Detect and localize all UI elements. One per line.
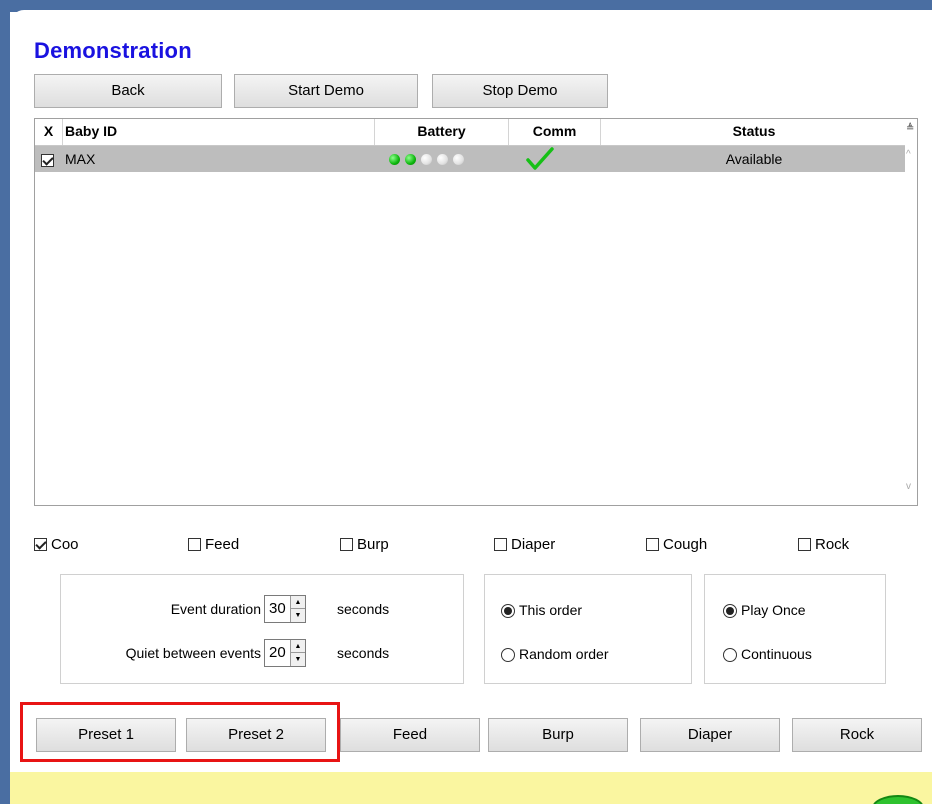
status-cell: Available [725, 151, 783, 167]
feed-checkbox[interactable]: Feed [188, 536, 239, 554]
feed-label: Feed [205, 536, 240, 553]
diaper-label: Diaper [511, 536, 556, 553]
this-order-radio-circle[interactable] [501, 604, 515, 618]
row-checkbox[interactable] [41, 153, 54, 167]
baby-id-cell: MAX [65, 151, 96, 167]
battery-dot-icon [389, 154, 400, 165]
event-duration-value[interactable]: 30 [269, 600, 286, 617]
rock-checkbox[interactable]: Rock [798, 536, 849, 554]
random-order-label: Random order [519, 646, 609, 662]
quiet-between-value[interactable]: 20 [269, 644, 286, 661]
coo-checkbox[interactable]: Coo [34, 536, 79, 554]
scroll-down-icon[interactable]: v [906, 481, 911, 492]
window-frame-left [0, 0, 10, 804]
rock-button[interactable]: Rock [792, 718, 922, 752]
continuous-radio-circle[interactable] [723, 648, 737, 662]
column-battery-header[interactable]: Battery [375, 119, 509, 145]
column-select-header[interactable]: X [35, 119, 63, 145]
event-duration-label: Event duration [170, 601, 261, 617]
start-demo-button[interactable]: Start Demo [234, 74, 418, 108]
battery-indicator [389, 146, 499, 172]
column-chooser-icon[interactable]: ≜ [906, 123, 914, 134]
table-row[interactable]: MAX Available [35, 146, 907, 172]
playback-group: Play Once Continuous [704, 574, 886, 684]
burp-label: Burp [357, 536, 389, 553]
continuous-radio[interactable]: Continuous [723, 645, 812, 663]
spin-up-icon[interactable]: ▲ [291, 596, 305, 609]
quiet-between-spin-buttons: ▲ ▼ [290, 640, 305, 666]
battery-dot-icon [453, 154, 464, 165]
diaper-check-box[interactable] [494, 538, 507, 551]
feed-check-box[interactable] [188, 538, 201, 551]
spin-down-icon[interactable]: ▼ [291, 653, 305, 666]
column-comm-header[interactable]: Comm [509, 119, 601, 145]
rock-label: Rock [815, 536, 850, 553]
play-once-radio-circle[interactable] [723, 604, 737, 618]
random-order-radio[interactable]: Random order [501, 645, 609, 663]
diaper-button[interactable]: Diaper [640, 718, 780, 752]
burp-check-box[interactable] [340, 538, 353, 551]
rock-check-box[interactable] [798, 538, 811, 551]
play-once-label: Play Once [741, 602, 806, 618]
green-checkmark-icon [525, 147, 555, 173]
cough-checkbox[interactable]: Cough [646, 536, 707, 554]
grid-scrollbar[interactable]: ≜ ^ v [905, 119, 917, 505]
cough-label: Cough [663, 536, 708, 553]
grid-header: X Baby ID Battery Comm Status [35, 119, 907, 146]
battery-dot-icon [405, 154, 416, 165]
random-order-radio-circle[interactable] [501, 648, 515, 662]
coo-check-box[interactable] [34, 538, 47, 551]
page-title: Demonstration [34, 38, 192, 63]
battery-dot-icon [421, 154, 432, 165]
burp-button[interactable]: Burp [488, 718, 628, 752]
event-duration-spin-buttons: ▲ ▼ [290, 596, 305, 622]
order-group: This order Random order [484, 574, 692, 684]
quiet-between-label: Quiet between events [125, 645, 261, 661]
quiet-between-stepper[interactable]: 20 ▲ ▼ [264, 639, 306, 667]
stop-demo-button[interactable]: Stop Demo [432, 74, 608, 108]
this-order-radio[interactable]: This order [501, 601, 582, 619]
preset-highlight-box [20, 702, 340, 762]
this-order-label: This order [519, 602, 583, 618]
play-once-radio[interactable]: Play Once [723, 601, 806, 619]
row-select-cell[interactable] [41, 146, 54, 172]
battery-dot-icon [437, 154, 448, 165]
status-bar [10, 772, 932, 804]
baby-grid: X Baby ID Battery Comm Status MAX Availa… [34, 118, 918, 506]
cough-check-box[interactable] [646, 538, 659, 551]
coo-label: Coo [51, 536, 79, 553]
quiet-between-unit: seconds [337, 645, 390, 661]
demonstration-panel: Demonstration Back Start Demo Stop Demo … [10, 10, 932, 804]
event-duration-unit: seconds [337, 601, 390, 617]
timing-group: Event duration 30 ▲ ▼ seconds Quiet betw… [60, 574, 464, 684]
burp-checkbox[interactable]: Burp [340, 536, 389, 554]
spin-down-icon[interactable]: ▼ [291, 609, 305, 622]
spin-up-icon[interactable]: ▲ [291, 640, 305, 653]
diaper-checkbox[interactable]: Diaper [494, 536, 555, 554]
back-button[interactable]: Back [34, 74, 222, 108]
column-baby-id-header[interactable]: Baby ID [63, 119, 375, 145]
event-duration-stepper[interactable]: 30 ▲ ▼ [264, 595, 306, 623]
feed-button[interactable]: Feed [340, 718, 480, 752]
continuous-label: Continuous [741, 646, 812, 662]
scroll-up-icon[interactable]: ^ [906, 149, 911, 160]
column-status-header[interactable]: Status [601, 119, 907, 145]
